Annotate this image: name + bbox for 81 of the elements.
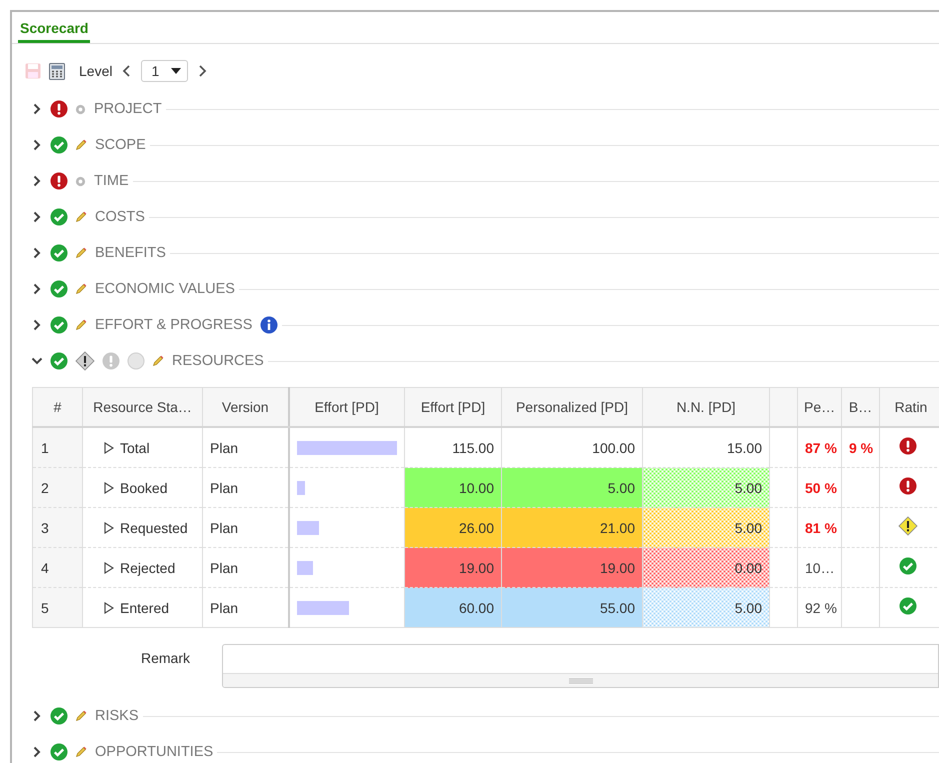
row-number: 4 xyxy=(32,548,82,588)
scorecard-tab[interactable]: Scorecard xyxy=(18,18,90,43)
row-number: 2 xyxy=(32,468,82,508)
table-cell: 15.00 xyxy=(642,427,770,468)
column-header[interactable]: Pe… xyxy=(798,388,842,427)
column-header[interactable]: # xyxy=(32,388,82,427)
row-number: 3 xyxy=(32,508,82,548)
table-cell: 60.00 xyxy=(404,588,502,628)
tree-item[interactable]: Booked xyxy=(82,468,202,508)
pencil-icon xyxy=(152,355,164,367)
section-title[interactable]: SCOPE xyxy=(95,137,146,153)
percent-value: 92 % xyxy=(805,600,837,616)
column-header[interactable]: Personalized [PD] xyxy=(502,388,642,427)
remark-field[interactable] xyxy=(222,644,939,688)
table-cell: 100.00 xyxy=(502,427,642,468)
tree-item[interactable]: Requested xyxy=(82,508,202,548)
column-header[interactable]: Ratin xyxy=(880,388,939,427)
pencil-icon xyxy=(75,247,87,259)
section-title[interactable]: RESOURCES xyxy=(172,353,264,369)
expand-icon[interactable] xyxy=(104,482,114,494)
row-number: 5 xyxy=(32,588,82,628)
calculator-button[interactable] xyxy=(49,62,65,80)
effort-bar xyxy=(296,520,320,534)
section-title[interactable]: EFFORT & PROGRESS xyxy=(95,317,252,333)
table-cell: 55.00 xyxy=(502,588,642,628)
column-header[interactable]: Effort [PD] xyxy=(288,388,404,427)
table-cell: 26.00 xyxy=(404,508,502,548)
expand-icon[interactable] xyxy=(104,442,114,454)
resize-handle-icon[interactable] xyxy=(568,678,592,684)
pencil-icon xyxy=(75,211,87,223)
effort-bar xyxy=(296,560,314,574)
pencil-icon xyxy=(75,319,87,331)
column-header[interactable]: B… xyxy=(842,388,880,427)
tree-item[interactable]: Entered xyxy=(82,588,202,628)
tree-item[interactable]: Total xyxy=(82,427,202,468)
percent-value: 9 % xyxy=(849,440,874,456)
table-cell: 5.00 xyxy=(642,588,770,628)
pencil-icon xyxy=(75,139,87,151)
pencil-icon xyxy=(75,283,87,295)
table-cell: 19.00 xyxy=(502,548,642,588)
column-header[interactable]: Version xyxy=(202,388,288,427)
expand-icon[interactable] xyxy=(104,562,114,574)
info-icon[interactable] xyxy=(260,316,278,334)
gear-icon xyxy=(75,176,86,186)
percent-value: 50 % xyxy=(805,480,837,496)
expand-icon[interactable] xyxy=(104,602,114,614)
pencil-icon xyxy=(75,710,87,722)
save-icon xyxy=(25,63,41,79)
level-dropdown[interactable]: 1 xyxy=(141,60,188,82)
percent-value: 10… xyxy=(805,560,835,576)
level-label: Level xyxy=(79,63,112,79)
error-icon xyxy=(102,352,120,370)
section-title[interactable]: TIME xyxy=(94,173,129,189)
column-header[interactable]: Resource Sta… xyxy=(82,388,202,427)
table-cell: 115.00 xyxy=(404,427,502,468)
section-title[interactable]: BENEFITS xyxy=(95,245,166,261)
expand-icon[interactable] xyxy=(104,522,114,534)
caret-icon xyxy=(171,68,182,74)
effort-bar xyxy=(296,480,306,494)
effort-bar xyxy=(296,600,349,614)
warning-icon xyxy=(75,351,95,371)
column-header[interactable]: N.N. [PD] xyxy=(642,388,770,427)
percent-value: 81 % xyxy=(805,520,837,536)
circle-icon xyxy=(127,352,145,370)
section-title[interactable]: ECONOMIC VALUES xyxy=(95,281,235,297)
section-title[interactable]: OPPORTUNITIES xyxy=(95,744,214,760)
percent-value: 87 % xyxy=(805,440,837,456)
pencil-icon xyxy=(75,746,87,758)
section-title[interactable]: COSTS xyxy=(95,209,145,225)
table-cell: 21.00 xyxy=(502,508,642,548)
table-cell: 5.00 xyxy=(502,468,642,508)
tree-item[interactable]: Rejected xyxy=(82,548,202,588)
table-cell: 10.00 xyxy=(404,468,502,508)
remark-label: Remark xyxy=(140,649,190,666)
table-cell: 19.00 xyxy=(404,548,502,588)
gear-icon xyxy=(75,104,86,114)
row-number: 1 xyxy=(32,427,82,468)
calculator-icon xyxy=(49,62,65,80)
section-title[interactable]: RISKS xyxy=(95,708,139,724)
column-header[interactable]: Effort [PD] xyxy=(404,388,502,427)
section-title[interactable]: PROJECT xyxy=(94,101,162,117)
